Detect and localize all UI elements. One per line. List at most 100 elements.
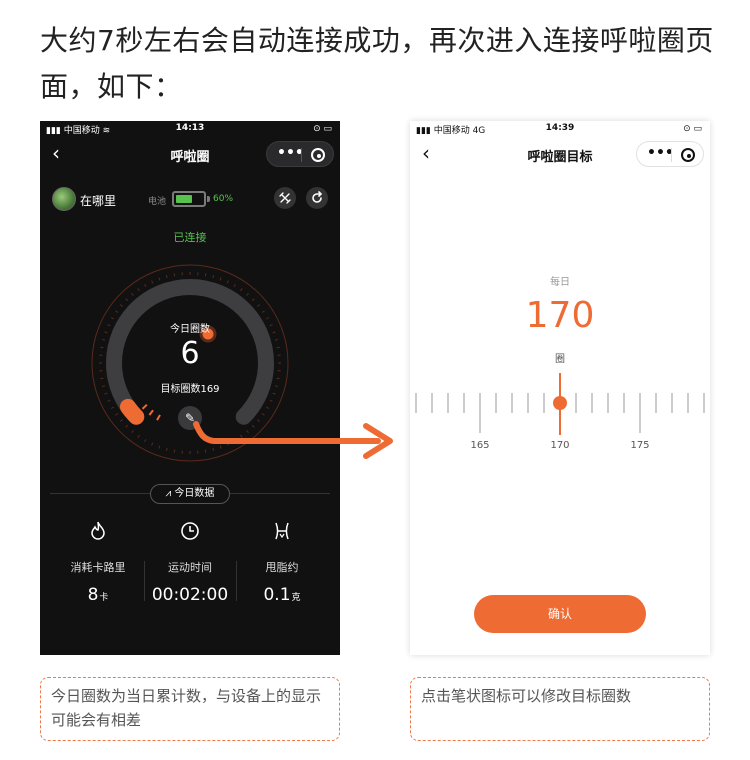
miniprogram-capsule[interactable]: ••• (636, 141, 704, 167)
capsule-divider (301, 148, 302, 162)
gauge-progress (119, 398, 145, 425)
gauge-tick (173, 449, 176, 453)
today-laps-count: 6 (180, 336, 200, 371)
gauge-tick (144, 283, 147, 288)
gauge-tick (137, 434, 140, 438)
fat-unit: 克 (291, 593, 301, 603)
gauge-tick (233, 283, 236, 288)
gauge-tick (115, 310, 119, 313)
stat-duration: 运动时间 00:02:00 (140, 521, 240, 605)
goal-value: 170 (525, 295, 595, 336)
gauge-spark (156, 414, 161, 421)
ruler-handle[interactable] (553, 396, 567, 410)
clock-icon (140, 521, 240, 545)
gauge-tick (158, 277, 161, 281)
battery-indicator: ⊙ ▭ (683, 124, 702, 134)
flow-arrow-icon (193, 421, 393, 459)
gauge-tick (240, 288, 243, 292)
stat-fat: 甩脂约 0.1克 (232, 521, 332, 605)
avatar (52, 187, 76, 211)
status-time: 14:13 (175, 123, 205, 133)
page-heading: 大约7秒左右会自动连接成功，再次进入连接呼啦圈页面，如下： (40, 24, 714, 103)
goal-ruler-slider[interactable] (410, 371, 710, 441)
battery-percent: 60% (213, 194, 234, 204)
gauge-tick (100, 377, 104, 380)
stat-fat-value: 0.1克 (232, 585, 332, 605)
ruler-label: 170 (550, 440, 570, 451)
gauge-tick (137, 288, 140, 292)
stat-duration-value: 00:02:00 (140, 585, 240, 605)
waist-icon (232, 521, 332, 545)
battery-indicator: ⊙ ▭ (313, 124, 332, 134)
unlink-icon[interactable] (274, 187, 296, 209)
more-dots-icon[interactable]: ••• (277, 145, 304, 161)
gauge-tick (265, 317, 270, 320)
gauge-tick (110, 317, 115, 320)
gauge-tick (276, 377, 280, 380)
gauge-tick (257, 304, 261, 307)
battery-fill (176, 195, 192, 203)
today-data-label: 今日数据 (174, 488, 215, 499)
note-right: 点击笔状图标可以修改目标圈数 (410, 677, 710, 741)
right-phone-screenshot: ▮▮▮ 中国移动 4G 14:39 ⊙ ▭ ‹ 呼啦圈目标 ••• 每日 170… (410, 121, 710, 655)
capsule-divider (671, 148, 672, 162)
stat-duration-label: 运动时间 (168, 561, 212, 574)
calories-number: 8 (87, 585, 99, 605)
note-left: 今日圈数为当日累计数，与设备上的显示可能会有相差 (40, 677, 340, 741)
gauge-tick (125, 424, 129, 428)
status-bar: ▮▮▮ 中国移动 ≋ 14:13 ⊙ ▭ (40, 121, 340, 137)
target-laps-text: 目标圈数169 (160, 384, 220, 395)
gauge-tick (165, 447, 168, 452)
stat-fat-label: 甩脂约 (265, 561, 299, 574)
stat-calories-value: 8卡 (48, 585, 148, 605)
gauge-tick (226, 280, 229, 284)
gauge-tick (151, 280, 154, 284)
status-time: 14:39 (545, 123, 575, 133)
connection-status: 已连接 (173, 231, 207, 244)
refresh-icon[interactable] (306, 187, 328, 209)
today-data-button[interactable]: ⩘ 今日数据 (150, 484, 230, 504)
battery-tip (207, 196, 210, 202)
battery-label: 电池 (148, 197, 167, 207)
today-laps-label: 今日圈数 (170, 324, 210, 335)
duration-number: 00:02:00 (151, 585, 229, 605)
gauge-tick (110, 406, 115, 409)
gauge-tick (158, 445, 161, 449)
device-name: 在哪里 (80, 194, 117, 208)
close-target-icon[interactable] (311, 148, 325, 162)
more-dots-icon[interactable]: ••• (647, 145, 674, 161)
gauge-tick (151, 442, 154, 446)
gauge-tick (107, 399, 111, 402)
gauge-tick (119, 419, 123, 422)
close-target-icon[interactable] (681, 148, 695, 162)
status-bar: ▮▮▮ 中国移动 4G 14:39 ⊙ ▭ (410, 121, 710, 137)
gauge-spark (148, 409, 154, 416)
confirm-button[interactable]: 确认 (474, 595, 646, 633)
ruler-label: 175 (630, 440, 650, 451)
gauge-tick (165, 274, 168, 279)
gauge-tick (115, 413, 119, 416)
trend-chart-icon: ⩘ (165, 488, 172, 499)
gauge-tick (212, 274, 215, 279)
gauge-spark (141, 403, 148, 410)
nav-bar: ‹ 呼啦圈目标 ••• (410, 141, 710, 167)
flame-icon (48, 521, 148, 545)
nav-bar: ‹ 呼啦圈 ••• (40, 141, 340, 167)
gauge-tick (125, 298, 129, 302)
gauge-tick (173, 273, 176, 277)
stat-calories: 消耗卡路里 8卡 (48, 521, 148, 605)
gauge-tick (269, 399, 273, 402)
gauge-tick (246, 292, 249, 296)
stat-calories-label: 消耗卡路里 (70, 561, 126, 574)
gauge-tick (131, 292, 134, 296)
battery-icon (172, 191, 206, 207)
daily-label: 每日 (550, 277, 570, 288)
gauge-tick (119, 304, 123, 307)
goal-unit: 圈 (555, 354, 565, 365)
gauge-spark-marks (141, 403, 161, 421)
miniprogram-capsule[interactable]: ••• (266, 141, 334, 167)
left-phone-screenshot: ▮▮▮ 中国移动 ≋ 14:13 ⊙ ▭ ‹ 呼啦圈 ••• 在哪里 电池 60… (40, 121, 340, 655)
gauge-tick (251, 298, 255, 302)
gauge-tick (219, 277, 222, 281)
device-row: 在哪里 电池 60% (52, 187, 332, 213)
